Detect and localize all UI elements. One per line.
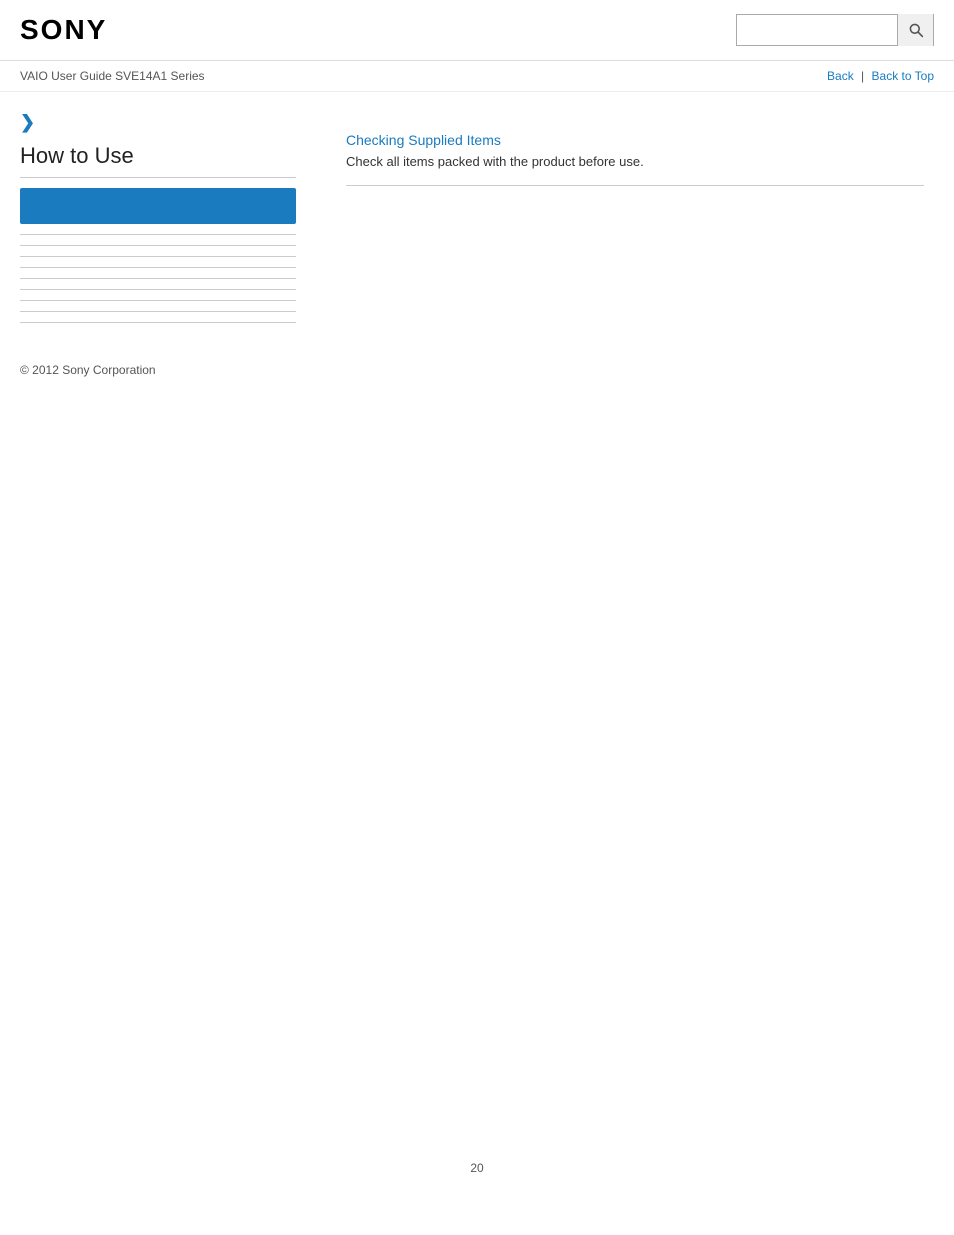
- sidebar-line: [20, 256, 296, 257]
- sony-logo: SONY: [20, 14, 107, 46]
- nav-title: VAIO User Guide SVE14A1 Series: [20, 69, 205, 83]
- page-number: 20: [470, 1141, 483, 1195]
- search-icon: [908, 22, 924, 38]
- back-to-top-link[interactable]: Back to Top: [872, 69, 934, 83]
- sidebar-line: [20, 300, 296, 301]
- sidebar-line: [20, 322, 296, 323]
- search-button[interactable]: [897, 14, 933, 46]
- nav-links: Back | Back to Top: [827, 69, 934, 83]
- chevron-right-icon: ❯: [20, 112, 296, 133]
- content-area: Checking Supplied Items Check all items …: [316, 92, 954, 397]
- sidebar-line: [20, 245, 296, 246]
- header: SONY: [0, 0, 954, 61]
- sidebar-line: [20, 278, 296, 279]
- search-input[interactable]: [737, 15, 897, 45]
- sidebar: ❯ How to Use © 2012 Sony Corporation: [0, 92, 316, 397]
- checking-supplied-items-link[interactable]: Checking Supplied Items: [346, 132, 924, 148]
- page-wrapper: SONY VAIO User Guide SVE14A1 Series Back…: [0, 0, 954, 1235]
- copyright: © 2012 Sony Corporation: [20, 353, 296, 377]
- sidebar-section-title: How to Use: [20, 143, 296, 178]
- nav-bar: VAIO User Guide SVE14A1 Series Back | Ba…: [0, 61, 954, 92]
- sidebar-line: [20, 289, 296, 290]
- main-content: ❯ How to Use © 2012 Sony Corporation Che…: [0, 92, 954, 397]
- nav-separator: |: [861, 69, 864, 83]
- header-right: [736, 14, 934, 46]
- content-description: Check all items packed with the product …: [346, 154, 924, 169]
- sidebar-active-item[interactable]: [20, 188, 296, 224]
- sidebar-line: [20, 311, 296, 312]
- search-box: [736, 14, 934, 46]
- back-link[interactable]: Back: [827, 69, 854, 83]
- sidebar-line: [20, 267, 296, 268]
- sidebar-line: [20, 234, 296, 235]
- content-divider: [346, 185, 924, 186]
- sidebar-lines-group: [20, 234, 296, 323]
